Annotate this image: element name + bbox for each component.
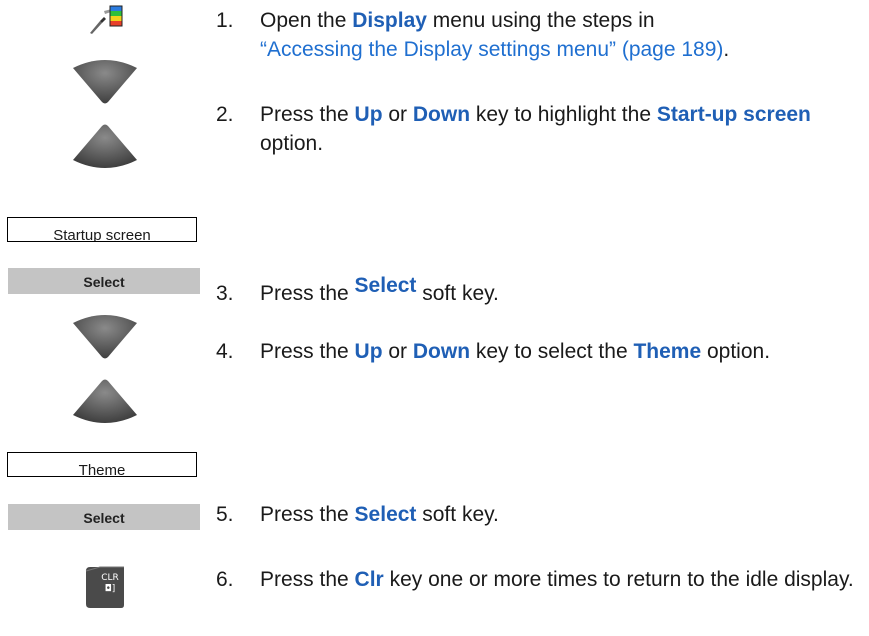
step-number: 2. <box>216 103 234 126</box>
up-down-navigation-key-icon <box>73 60 137 168</box>
step-text: . <box>723 38 730 61</box>
step-number: 6. <box>216 568 234 591</box>
step-text: key to select the <box>470 340 634 363</box>
clr-key-glyph: ◘] <box>104 584 116 594</box>
start-up-screen-keyword: Start-up screen <box>656 103 811 126</box>
display-settings-icon <box>90 5 123 34</box>
step-text: or <box>382 103 413 126</box>
theme-display: Theme <box>7 452 197 477</box>
down-keyword: Down <box>412 103 471 126</box>
select-softkey-1[interactable]: Select <box>8 268 200 294</box>
step-text: Press the <box>260 103 355 126</box>
clr-keyword: Clr <box>354 568 384 591</box>
display-menu-keyword: Display <box>352 9 427 32</box>
step-text: option. <box>701 340 771 363</box>
step-text: Press the <box>260 340 355 363</box>
clr-key-icon: CLR ◘] <box>80 563 128 611</box>
up-down-navigation-key-icon-2 <box>73 315 137 423</box>
step-text: Open the <box>260 9 353 32</box>
select-keyword: Select <box>354 274 417 297</box>
step-text: key one or more times to return to the i… <box>383 568 854 591</box>
step-text: Press the <box>260 503 355 526</box>
step-text: soft key. <box>416 282 499 305</box>
startup-screen-display: Startup screen <box>7 217 197 242</box>
theme-label: Theme <box>78 462 126 477</box>
select-softkey-label-2: Select <box>83 510 125 526</box>
accessing-display-settings-link[interactable]: “Accessing the Display settings menu” (p… <box>260 38 723 61</box>
clr-key-label: CLR <box>101 573 119 583</box>
step-text: option. <box>260 132 324 155</box>
select-softkey-label: Select <box>83 274 125 290</box>
step-number: 4. <box>216 340 234 363</box>
step-text: Press the <box>260 568 355 591</box>
step-text: Press the <box>260 282 355 305</box>
up-keyword: Up <box>354 340 383 363</box>
step-text: soft key. <box>416 503 499 526</box>
step-number: 1. <box>216 9 234 32</box>
select-softkey-2[interactable]: Select <box>8 504 200 530</box>
step-text: or <box>382 340 413 363</box>
down-keyword: Down <box>412 340 471 363</box>
step-number: 5. <box>216 503 234 526</box>
step-number: 3. <box>216 282 234 305</box>
select-keyword: Select <box>354 503 417 526</box>
step-text: key to highlight the <box>470 103 657 126</box>
up-keyword: Up <box>354 103 383 126</box>
step-text: menu using the steps in <box>426 9 655 32</box>
theme-keyword: Theme <box>633 340 702 363</box>
startup-screen-label: Startup screen <box>53 227 151 242</box>
